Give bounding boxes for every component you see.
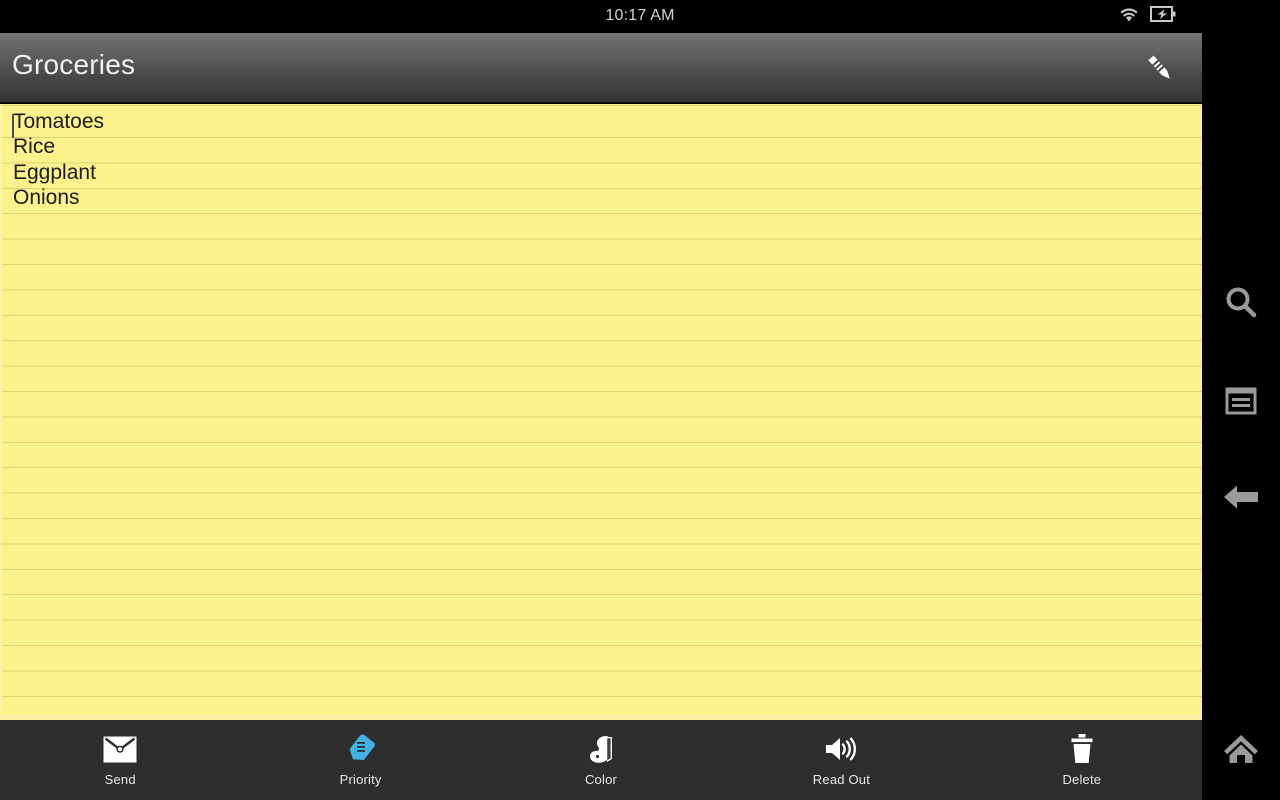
- status-icon-group: [1118, 5, 1176, 23]
- toolbar-item-priority[interactable]: Priority: [240, 720, 480, 800]
- page-title: Groceries: [12, 49, 136, 80]
- trash-icon: [1068, 733, 1096, 765]
- edit-pencil-icon: [1141, 49, 1181, 89]
- palette-icon: [585, 733, 617, 765]
- speaker-icon: [823, 733, 859, 765]
- toolbar-item-send[interactable]: Send: [0, 720, 240, 800]
- bottom-toolbar: Send Priority Color Read Out Delete: [0, 720, 1202, 800]
- app-surface: Groceries Tomatoes Rice Eggplant Onions …: [0, 0, 1202, 800]
- battery-charging-icon: [1150, 5, 1176, 23]
- toolbar-item-read-out[interactable]: Read Out: [721, 720, 961, 800]
- envelope-icon: [103, 733, 137, 765]
- wifi-icon: [1118, 5, 1140, 23]
- search-icon: [1221, 283, 1261, 323]
- toolbar-item-delete[interactable]: Delete: [962, 720, 1202, 800]
- toolbar-item-color[interactable]: Color: [481, 720, 721, 800]
- note-text-content[interactable]: Tomatoes Rice Eggplant Onions: [13, 109, 1163, 211]
- home-icon: [1221, 732, 1261, 766]
- system-status-bar: 10:17 AM: [0, 0, 1280, 33]
- status-clock: 10:17 AM: [605, 7, 675, 24]
- toolbar-label-read-out: Read Out: [812, 772, 871, 787]
- toolbar-label-send: Send: [104, 772, 136, 787]
- nav-search-button[interactable]: [1202, 270, 1280, 336]
- nav-home-button[interactable]: [1202, 716, 1280, 782]
- toolbar-label-color: Color: [584, 772, 618, 787]
- toolbar-label-priority: Priority: [339, 772, 382, 787]
- marker-icon: [345, 733, 377, 765]
- text-cursor: [12, 114, 14, 138]
- nav-menu-button[interactable]: [1202, 368, 1280, 434]
- back-arrow-icon: [1221, 482, 1261, 512]
- nav-back-button[interactable]: [1202, 464, 1280, 530]
- app-title-bar: Groceries: [0, 33, 1202, 103]
- menu-overview-icon: [1223, 383, 1259, 419]
- toolbar-label-delete: Delete: [1062, 772, 1102, 787]
- system-navigation-bar: [1202, 0, 1280, 800]
- screen-root: Groceries Tomatoes Rice Eggplant Onions …: [0, 0, 1280, 800]
- note-editor[interactable]: Tomatoes Rice Eggplant Onions: [0, 104, 1202, 720]
- note-left-margin: [0, 104, 2, 720]
- edit-button[interactable]: [1134, 47, 1188, 91]
